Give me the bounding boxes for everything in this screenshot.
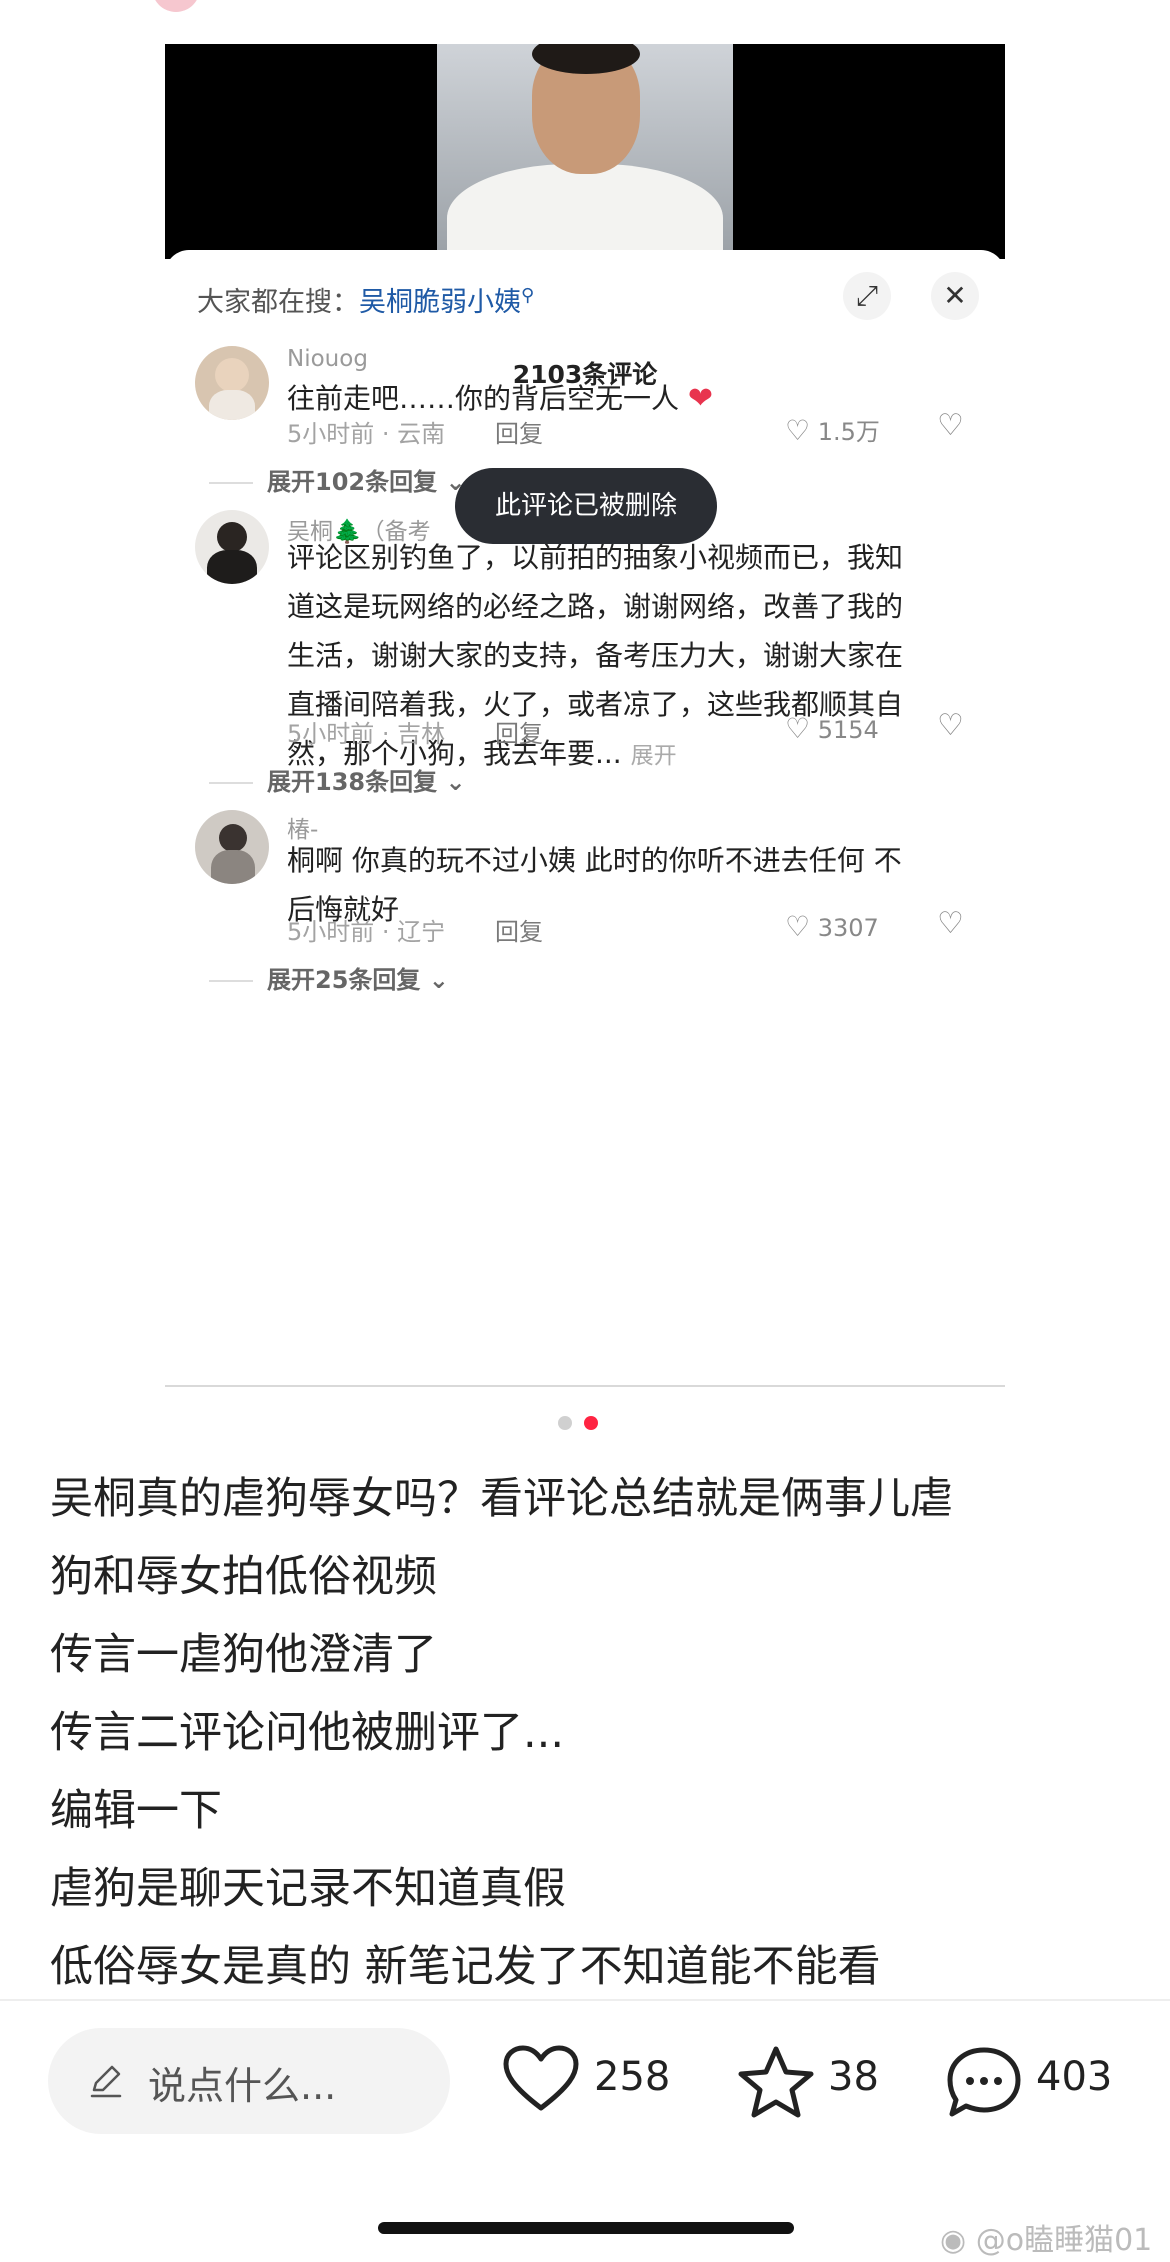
avatar[interactable] — [195, 810, 269, 884]
avatar[interactable] — [195, 510, 269, 584]
close-button[interactable]: ✕ — [931, 272, 979, 320]
pencil-icon — [90, 2065, 122, 2098]
comment-sheet: 大家都在搜：吴桐脆弱小姨⚲ ⤢ ✕ 2103条评论 Niouog 往前走吧……你… — [165, 250, 1005, 1386]
like-button[interactable]: ♡ 5154 — [785, 712, 879, 745]
divider-line — [209, 980, 253, 982]
close-icon: ✕ — [943, 279, 967, 312]
comment-meta: 5小时前 · 云南 — [287, 420, 446, 448]
dislike-icon[interactable]: ♡ — [937, 906, 964, 941]
reply-button[interactable]: 回复 — [495, 912, 543, 947]
post-line: 狗和辱女拍低俗视频 — [50, 1552, 437, 1602]
watermark: ◉ @o瞌睡猫01 — [940, 2215, 1152, 2259]
like-count-total: 258 — [594, 2054, 671, 2100]
search-icon: ⚲ — [521, 285, 535, 306]
bottom-bar-divider — [0, 1999, 1170, 2001]
heart-emoji-icon: ❤ — [687, 381, 714, 416]
weibo-icon: ◉ — [940, 2223, 967, 2258]
post-line: 传言二评论问他被删评了... — [50, 1708, 565, 1758]
read-more-link[interactable]: 展开 — [631, 743, 677, 769]
chevron-down-icon: ⌄ — [445, 768, 466, 796]
like-button[interactable]: ♡ 1.5万 — [785, 412, 880, 447]
search-suggestion[interactable]: 大家都在搜：吴桐脆弱小姨⚲ — [197, 280, 534, 319]
expand-replies[interactable]: 展开138条回复 ⌄ — [209, 762, 466, 797]
heart-outline-icon: ♡ — [785, 414, 811, 447]
comment-input-placeholder: 说点什么... — [148, 2064, 337, 2108]
heart-icon — [503, 2045, 579, 2111]
comment-input[interactable]: 说点什么... — [48, 2028, 450, 2134]
comment-text-line: 道这是玩网络的必经之路，谢谢网络，改善了我的 — [287, 590, 904, 623]
author-avatar-partial[interactable] — [152, 0, 200, 12]
like-count: 1.5万 — [817, 418, 880, 446]
embedded-screenshot: 大家都在搜：吴桐脆弱小姨⚲ ⤢ ✕ 2103条评论 Niouog 往前走吧……你… — [165, 44, 1005, 1386]
dislike-icon[interactable]: ♡ — [937, 708, 964, 743]
expand-replies-label: 展开102条回复 — [267, 468, 438, 496]
search-prefix: 大家都在搜： — [197, 287, 359, 318]
fullscreen-button[interactable]: ⤢ — [843, 272, 891, 320]
comment-meta: 5小时前 · 辽宁 — [287, 918, 446, 946]
like-count: 5154 — [817, 716, 879, 744]
heart-outline-icon: ♡ — [785, 712, 811, 745]
comment-count-total: 403 — [1036, 2054, 1113, 2100]
post-line: 编辑一下 — [50, 1786, 222, 1836]
dislike-icon[interactable]: ♡ — [937, 408, 964, 443]
post-body: 吴桐真的虐狗辱女吗？看评论总结就是俩事儿虐 狗和辱女拍低俗视频 传言一虐狗他澄清… — [50, 1460, 1130, 2006]
post-line: 传言一虐狗他澄清了 — [50, 1630, 437, 1680]
like-button[interactable]: ♡ 3307 — [785, 910, 879, 943]
watermark-text: @o瞌睡猫01 — [975, 2223, 1153, 2258]
image-bottom-divider — [165, 1385, 1005, 1387]
reply-button[interactable]: 回复 — [495, 414, 543, 449]
divider-line — [209, 782, 253, 784]
divider-line — [209, 482, 253, 484]
collect-action[interactable]: 38 — [736, 2040, 896, 2120]
reply-button[interactable]: 回复 — [495, 714, 543, 749]
search-keyword[interactable]: 吴桐脆弱小姨 — [359, 287, 521, 318]
expand-replies[interactable]: 展开102条回复 ⌄ — [209, 462, 466, 497]
carousel-dot-active[interactable] — [584, 1416, 598, 1430]
chevron-down-icon: ⌄ — [428, 966, 449, 994]
comment-text-line: 桐啊 你真的玩不过小姨 此时的你听不进去任何 不 — [287, 844, 902, 877]
avatar[interactable] — [195, 346, 269, 420]
expand-replies[interactable]: 展开25条回复 ⌄ — [209, 960, 449, 995]
expand-replies-label: 展开25条回复 — [267, 966, 421, 994]
video-player[interactable] — [165, 44, 1005, 259]
toast-deleted: 此评论已被删除 — [455, 468, 717, 544]
expand-icon: ⤢ — [855, 279, 879, 312]
collect-count: 38 — [828, 2054, 879, 2100]
carousel-dot[interactable] — [558, 1416, 572, 1430]
expand-replies-label: 展开138条回复 — [267, 768, 438, 796]
comment-meta: 5小时前 · 吉林 — [287, 720, 446, 748]
video-frame — [437, 44, 733, 259]
star-icon — [738, 2046, 814, 2118]
comment-text-line: 往前走吧……你的背后空无一人 — [287, 382, 680, 415]
post-line: 虐狗是聊天记录不知道真假 — [50, 1864, 566, 1914]
video-person-shirt — [447, 164, 723, 259]
home-indicator[interactable] — [378, 2222, 794, 2234]
comment-action[interactable]: 403 — [944, 2040, 1144, 2120]
heart-outline-icon: ♡ — [785, 910, 811, 943]
post-line: 低俗辱女是真的 新笔记发了不知道能不能看 — [50, 1942, 881, 1992]
comment-text-line: 生活，谢谢大家的支持，备考压力大，谢谢大家在 — [287, 639, 904, 672]
comment-username[interactable]: Niouog — [287, 346, 368, 372]
comment-bubble-icon — [947, 2047, 1021, 2117]
like-action[interactable]: 258 — [502, 2040, 682, 2120]
like-count: 3307 — [817, 914, 879, 942]
post-line: 吴桐真的虐狗辱女吗？看评论总结就是俩事儿虐 — [50, 1474, 953, 1524]
